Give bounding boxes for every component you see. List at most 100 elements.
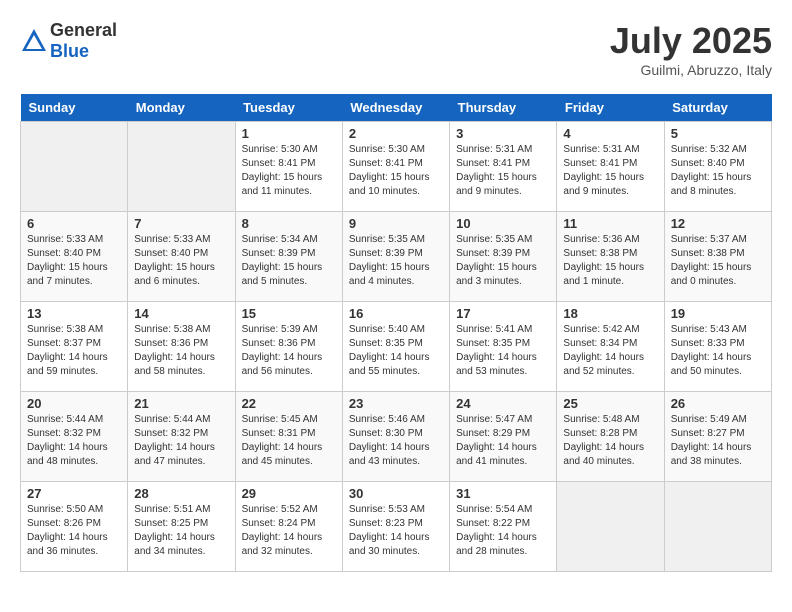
location-subtitle: Guilmi, Abruzzo, Italy [610, 62, 772, 78]
day-info: Sunrise: 5:43 AMSunset: 8:33 PMDaylight:… [671, 323, 765, 379]
calendar-cell: 26 Sunrise: 5:49 AMSunset: 8:27 PMDayligh… [664, 392, 771, 482]
week-row-3: 13Sunrise: 5:38 AMSunset: 8:37 PMDayligh… [21, 302, 772, 392]
day-number: 23 [349, 396, 443, 411]
weekday-header-tuesday: Tuesday [235, 94, 342, 122]
calendar-cell: 24 Sunrise: 5:47 AMSunset: 8:29 PMDayligh… [450, 392, 557, 482]
calendar-cell: 27 Sunrise: 5:50 AMSunset: 8:26 PMDayligh… [21, 482, 128, 572]
day-number: 14 [134, 306, 228, 321]
calendar-header: SundayMondayTuesdayWednesdayThursdayFrid… [21, 94, 772, 122]
calendar-cell: 12 Sunrise: 5:37 AMSunset: 8:38 PMDayligh… [664, 212, 771, 302]
day-number: 12 [671, 216, 765, 231]
day-number: 25 [563, 396, 657, 411]
day-info: Sunrise: 5:54 AMSunset: 8:22 PMDaylight:… [456, 503, 550, 559]
logo-blue: Blue [50, 41, 89, 61]
day-number: 18 [563, 306, 657, 321]
weekday-header-sunday: Sunday [21, 94, 128, 122]
day-info: Sunrise: 5:31 AMSunset: 8:41 PMDaylight:… [456, 143, 550, 199]
day-info: Sunrise: 5:33 AMSunset: 8:40 PMDaylight:… [27, 233, 121, 289]
day-info: Sunrise: 5:34 AMSunset: 8:39 PMDaylight:… [242, 233, 336, 289]
day-number: 28 [134, 486, 228, 501]
calendar-cell: 1 Sunrise: 5:30 AMSunset: 8:41 PMDaylight… [235, 122, 342, 212]
logo-general: General [50, 20, 117, 40]
day-number: 30 [349, 486, 443, 501]
day-info: Sunrise: 5:30 AMSunset: 8:41 PMDaylight:… [242, 143, 336, 199]
day-info: Sunrise: 5:51 AMSunset: 8:25 PMDaylight:… [134, 503, 228, 559]
day-number: 26 [671, 396, 765, 411]
logo: General Blue [20, 20, 117, 62]
day-number: 24 [456, 396, 550, 411]
day-info: Sunrise: 5:50 AMSunset: 8:26 PMDaylight:… [27, 503, 121, 559]
weekday-header-thursday: Thursday [450, 94, 557, 122]
day-info: Sunrise: 5:47 AMSunset: 8:29 PMDaylight:… [456, 413, 550, 469]
day-number: 29 [242, 486, 336, 501]
day-info: Sunrise: 5:44 AMSunset: 8:32 PMDaylight:… [27, 413, 121, 469]
day-number: 10 [456, 216, 550, 231]
calendar-cell: 21 Sunrise: 5:44 AMSunset: 8:32 PMDayligh… [128, 392, 235, 482]
calendar-cell [664, 482, 771, 572]
calendar-cell: 31 Sunrise: 5:54 AMSunset: 8:22 PMDayligh… [450, 482, 557, 572]
day-info: Sunrise: 5:45 AMSunset: 8:31 PMDaylight:… [242, 413, 336, 469]
day-info: Sunrise: 5:37 AMSunset: 8:38 PMDaylight:… [671, 233, 765, 289]
week-row-5: 27 Sunrise: 5:50 AMSunset: 8:26 PMDayligh… [21, 482, 772, 572]
week-row-1: 1 Sunrise: 5:30 AMSunset: 8:41 PMDaylight… [21, 122, 772, 212]
day-info: Sunrise: 5:36 AMSunset: 8:38 PMDaylight:… [563, 233, 657, 289]
title-block: July 2025 Guilmi, Abruzzo, Italy [610, 20, 772, 78]
calendar-cell: 9 Sunrise: 5:35 AMSunset: 8:39 PMDaylight… [342, 212, 449, 302]
calendar-cell: 11 Sunrise: 5:36 AMSunset: 8:38 PMDayligh… [557, 212, 664, 302]
week-row-2: 6Sunrise: 5:33 AMSunset: 8:40 PMDaylight… [21, 212, 772, 302]
day-number: 8 [242, 216, 336, 231]
calendar-cell: 8 Sunrise: 5:34 AMSunset: 8:39 PMDaylight… [235, 212, 342, 302]
calendar-cell [557, 482, 664, 572]
calendar-cell: 30 Sunrise: 5:53 AMSunset: 8:23 PMDayligh… [342, 482, 449, 572]
day-info: Sunrise: 5:44 AMSunset: 8:32 PMDaylight:… [134, 413, 228, 469]
calendar-cell: 4Sunrise: 5:31 AMSunset: 8:41 PMDaylight… [557, 122, 664, 212]
day-info: Sunrise: 5:32 AMSunset: 8:40 PMDaylight:… [671, 143, 765, 199]
day-number: 9 [349, 216, 443, 231]
day-info: Sunrise: 5:46 AMSunset: 8:30 PMDaylight:… [349, 413, 443, 469]
calendar-cell: 28 Sunrise: 5:51 AMSunset: 8:25 PMDayligh… [128, 482, 235, 572]
day-info: Sunrise: 5:42 AMSunset: 8:34 PMDaylight:… [563, 323, 657, 379]
calendar-cell: 25Sunrise: 5:48 AMSunset: 8:28 PMDayligh… [557, 392, 664, 482]
day-number: 7 [134, 216, 228, 231]
day-number: 20 [27, 396, 121, 411]
calendar-cell: 16Sunrise: 5:40 AMSunset: 8:35 PMDayligh… [342, 302, 449, 392]
calendar-table: SundayMondayTuesdayWednesdayThursdayFrid… [20, 94, 772, 572]
day-number: 5 [671, 126, 765, 141]
day-info: Sunrise: 5:35 AMSunset: 8:39 PMDaylight:… [349, 233, 443, 289]
day-number: 2 [349, 126, 443, 141]
day-info: Sunrise: 5:38 AMSunset: 8:36 PMDaylight:… [134, 323, 228, 379]
weekday-header-wednesday: Wednesday [342, 94, 449, 122]
calendar-cell: 22 Sunrise: 5:45 AMSunset: 8:31 PMDayligh… [235, 392, 342, 482]
day-number: 3 [456, 126, 550, 141]
calendar-cell: 14 Sunrise: 5:38 AMSunset: 8:36 PMDayligh… [128, 302, 235, 392]
calendar-cell: 13Sunrise: 5:38 AMSunset: 8:37 PMDayligh… [21, 302, 128, 392]
day-number: 22 [242, 396, 336, 411]
day-info: Sunrise: 5:30 AMSunset: 8:41 PMDaylight:… [349, 143, 443, 199]
day-info: Sunrise: 5:53 AMSunset: 8:23 PMDaylight:… [349, 503, 443, 559]
day-number: 11 [563, 216, 657, 231]
day-number: 1 [242, 126, 336, 141]
day-info: Sunrise: 5:49 AMSunset: 8:27 PMDaylight:… [671, 413, 765, 469]
logo-icon [20, 27, 48, 55]
calendar-cell: 29Sunrise: 5:52 AMSunset: 8:24 PMDayligh… [235, 482, 342, 572]
day-info: Sunrise: 5:35 AMSunset: 8:39 PMDaylight:… [456, 233, 550, 289]
calendar-cell: 3 Sunrise: 5:31 AMSunset: 8:41 PMDaylight… [450, 122, 557, 212]
weekday-header-saturday: Saturday [664, 94, 771, 122]
day-number: 13 [27, 306, 121, 321]
weekday-header-friday: Friday [557, 94, 664, 122]
calendar-cell: 18 Sunrise: 5:42 AMSunset: 8:34 PMDayligh… [557, 302, 664, 392]
day-number: 4 [563, 126, 657, 141]
day-number: 21 [134, 396, 228, 411]
day-info: Sunrise: 5:39 AMSunset: 8:36 PMDaylight:… [242, 323, 336, 379]
page-header: General Blue July 2025 Guilmi, Abruzzo, … [20, 20, 772, 78]
weekday-header-monday: Monday [128, 94, 235, 122]
day-number: 27 [27, 486, 121, 501]
calendar-body: 1 Sunrise: 5:30 AMSunset: 8:41 PMDaylight… [21, 122, 772, 572]
calendar-cell: 6Sunrise: 5:33 AMSunset: 8:40 PMDaylight… [21, 212, 128, 302]
day-number: 31 [456, 486, 550, 501]
calendar-cell: 2 Sunrise: 5:30 AMSunset: 8:41 PMDaylight… [342, 122, 449, 212]
day-info: Sunrise: 5:40 AMSunset: 8:35 PMDaylight:… [349, 323, 443, 379]
day-info: Sunrise: 5:33 AMSunset: 8:40 PMDaylight:… [134, 233, 228, 289]
calendar-cell: 20 Sunrise: 5:44 AMSunset: 8:32 PMDayligh… [21, 392, 128, 482]
day-info: Sunrise: 5:41 AMSunset: 8:35 PMDaylight:… [456, 323, 550, 379]
